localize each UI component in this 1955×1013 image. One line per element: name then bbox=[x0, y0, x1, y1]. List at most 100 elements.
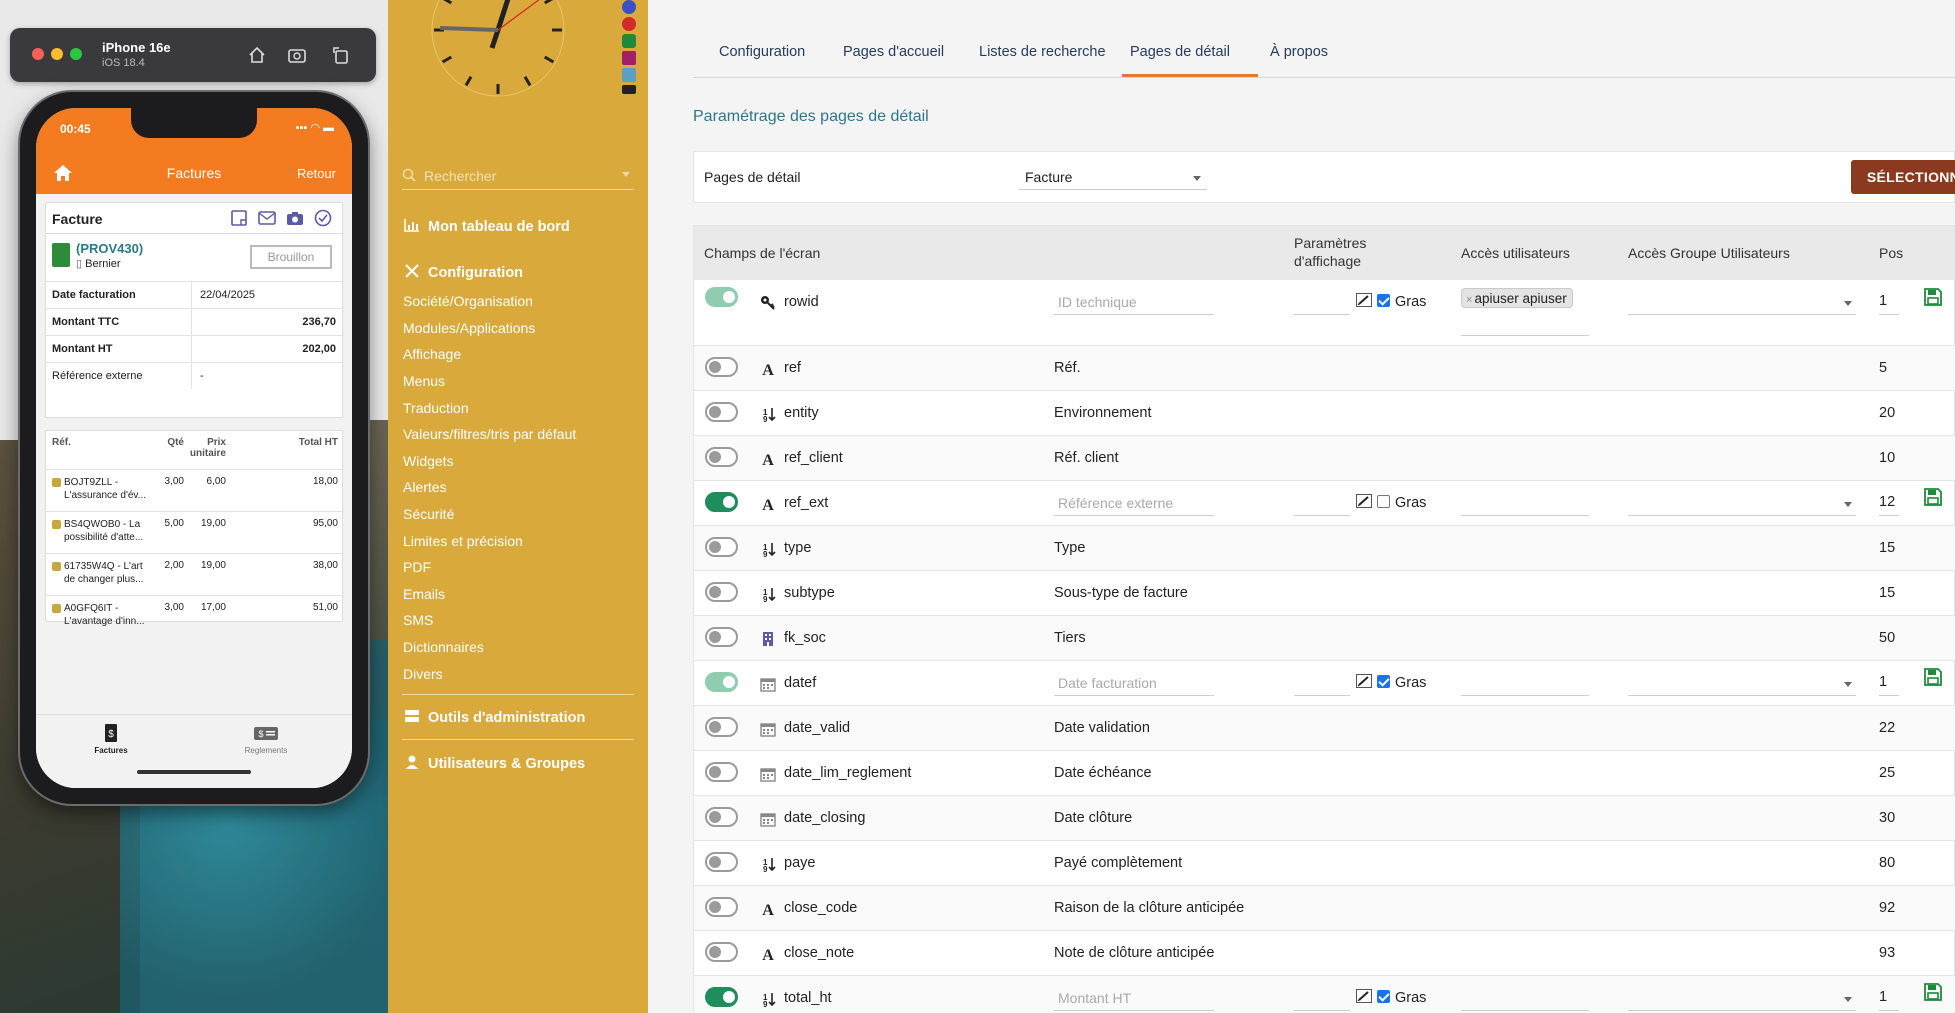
field-toggle[interactable] bbox=[705, 402, 738, 422]
position-input[interactable]: 1 bbox=[1879, 670, 1899, 696]
menu-item-menus[interactable]: Menus bbox=[403, 373, 445, 389]
invoice-thirdparty[interactable]: ▯ Bernier bbox=[76, 257, 121, 270]
field-label-input[interactable] bbox=[1054, 985, 1214, 1011]
menu-item-pdf[interactable]: PDF bbox=[403, 559, 431, 575]
group-access-select[interactable] bbox=[1628, 289, 1856, 315]
display-param-input[interactable] bbox=[1294, 490, 1350, 516]
menu-item-widgets[interactable]: Widgets bbox=[403, 453, 454, 469]
list-item[interactable]: BOJT9ZLL - L'assurance d'év... 3,00 6,00 … bbox=[46, 469, 344, 511]
page-select[interactable]: Facture bbox=[1019, 166, 1207, 190]
invoice-ref[interactable]: (PROV430) bbox=[76, 241, 143, 256]
chevron-down-icon[interactable] bbox=[622, 172, 630, 177]
screenshot-icon[interactable] bbox=[286, 44, 308, 66]
field-toggle[interactable] bbox=[705, 807, 738, 827]
field-label-input[interactable] bbox=[1054, 289, 1214, 315]
save-icon[interactable] bbox=[1924, 288, 1942, 306]
field-toggle[interactable] bbox=[705, 987, 738, 1007]
position-input[interactable]: 1 bbox=[1879, 289, 1899, 315]
list-item[interactable]: A0GFQ6IT - L'avantage d'inn... 3,00 17,00… bbox=[46, 595, 344, 627]
field-toggle[interactable] bbox=[705, 492, 738, 512]
tab-a-propos[interactable]: À propos bbox=[1270, 44, 1328, 60]
translate-icon[interactable] bbox=[622, 85, 636, 94]
display-param-input[interactable] bbox=[1294, 985, 1350, 1011]
camera-icon[interactable] bbox=[286, 209, 304, 227]
position-input[interactable]: 12 bbox=[1879, 490, 1899, 516]
timer-icon[interactable] bbox=[622, 17, 636, 31]
tab-listes-recherche[interactable]: Listes de recherche bbox=[979, 44, 1106, 60]
menu-item-emails[interactable]: Emails bbox=[403, 586, 445, 602]
bold-checkbox[interactable] bbox=[1377, 990, 1390, 1003]
field-label-input[interactable] bbox=[1054, 670, 1214, 696]
list-item[interactable]: BS4QWOB0 - La possibilité d'atte... 5,00 … bbox=[46, 511, 344, 553]
field-toggle[interactable] bbox=[705, 762, 738, 782]
menu-item-valeurs[interactable]: Valeurs/filtres/tris par défaut bbox=[403, 426, 576, 442]
menu-item-securite[interactable]: Sécurité bbox=[403, 506, 454, 522]
tab-configuration[interactable]: Configuration bbox=[719, 44, 805, 60]
readonly-pen-icon[interactable] bbox=[1356, 494, 1372, 508]
user-access-input[interactable] bbox=[1461, 310, 1589, 336]
field-toggle[interactable] bbox=[705, 897, 738, 917]
field-toggle[interactable] bbox=[705, 942, 738, 962]
save-icon[interactable] bbox=[1924, 488, 1942, 506]
menu-configuration[interactable]: Configuration bbox=[404, 264, 523, 281]
field-toggle[interactable] bbox=[705, 537, 738, 557]
menu-item-divers[interactable]: Divers bbox=[403, 666, 443, 682]
field-toggle[interactable] bbox=[705, 582, 738, 602]
menu-dashboard[interactable]: Mon tableau de bord bbox=[404, 218, 570, 235]
calculator-icon[interactable] bbox=[622, 51, 636, 65]
compass-icon[interactable] bbox=[622, 0, 636, 14]
menu-users-groups[interactable]: Utilisateurs & Groupes bbox=[404, 755, 585, 772]
save-icon[interactable] bbox=[1924, 983, 1942, 1001]
menu-admin-tools[interactable]: Outils d'administration bbox=[404, 709, 585, 726]
zoom-window-button[interactable] bbox=[70, 48, 82, 60]
field-toggle[interactable] bbox=[705, 357, 738, 377]
menu-item-alertes[interactable]: Alertes bbox=[403, 479, 447, 495]
tab-pages-accueil[interactable]: Pages d'accueil bbox=[843, 44, 944, 60]
user-access-input[interactable] bbox=[1461, 985, 1589, 1011]
menu-item-limites[interactable]: Limites et précision bbox=[403, 533, 523, 549]
menu-item-societe[interactable]: Société/Organisation bbox=[403, 293, 533, 309]
validate-icon[interactable] bbox=[314, 209, 332, 227]
group-access-select[interactable] bbox=[1628, 670, 1856, 696]
table-icon[interactable] bbox=[622, 68, 636, 82]
bold-checkbox[interactable] bbox=[1377, 294, 1390, 307]
user-check-icon[interactable] bbox=[622, 34, 636, 48]
tab-factures[interactable]: $ Factures bbox=[71, 723, 151, 755]
list-item[interactable]: 61735W4Q - L'art de changer plus... 2,00 … bbox=[46, 553, 344, 595]
group-access-select[interactable] bbox=[1628, 490, 1856, 516]
field-toggle[interactable] bbox=[705, 717, 738, 737]
group-access-select[interactable] bbox=[1628, 985, 1856, 1011]
menu-item-modules[interactable]: Modules/Applications bbox=[403, 320, 535, 336]
home-icon[interactable] bbox=[246, 44, 268, 66]
tab-reglements[interactable]: $ Reglements bbox=[226, 723, 306, 755]
position-input[interactable]: 1 bbox=[1879, 985, 1899, 1011]
close-window-button[interactable] bbox=[32, 48, 44, 60]
select-button[interactable]: SÉLECTIONNER bbox=[1851, 160, 1955, 194]
bold-checkbox[interactable] bbox=[1377, 675, 1390, 688]
simulator-toolbar[interactable]: iPhone 16e iOS 18.4 bbox=[10, 28, 376, 82]
display-param-input[interactable] bbox=[1294, 670, 1350, 696]
field-label-input[interactable] bbox=[1054, 490, 1214, 516]
note-icon[interactable] bbox=[230, 209, 248, 227]
save-icon[interactable] bbox=[1924, 668, 1942, 686]
bold-checkbox[interactable] bbox=[1377, 495, 1390, 508]
user-access-input[interactable] bbox=[1461, 490, 1589, 516]
readonly-pen-icon[interactable] bbox=[1356, 989, 1372, 1003]
remove-tag-icon[interactable]: × bbox=[1466, 294, 1472, 306]
readonly-pen-icon[interactable] bbox=[1356, 293, 1372, 307]
menu-item-dictionnaires[interactable]: Dictionnaires bbox=[403, 639, 484, 655]
menu-item-traduction[interactable]: Traduction bbox=[403, 400, 469, 416]
email-icon[interactable] bbox=[258, 209, 276, 227]
display-param-input[interactable] bbox=[1294, 289, 1350, 315]
user-tag[interactable]: × apiuser apiuser bbox=[1461, 288, 1573, 308]
readonly-pen-icon[interactable] bbox=[1356, 674, 1372, 688]
field-toggle[interactable] bbox=[705, 447, 738, 467]
user-access-input[interactable] bbox=[1461, 670, 1589, 696]
field-toggle[interactable] bbox=[705, 627, 738, 647]
minimize-window-button[interactable] bbox=[51, 48, 63, 60]
back-button[interactable]: Retour bbox=[297, 166, 336, 181]
field-toggle[interactable] bbox=[705, 852, 738, 872]
search-input[interactable] bbox=[424, 166, 614, 186]
search-box[interactable] bbox=[402, 164, 634, 190]
tab-pages-detail[interactable]: Pages de détail bbox=[1130, 44, 1230, 60]
